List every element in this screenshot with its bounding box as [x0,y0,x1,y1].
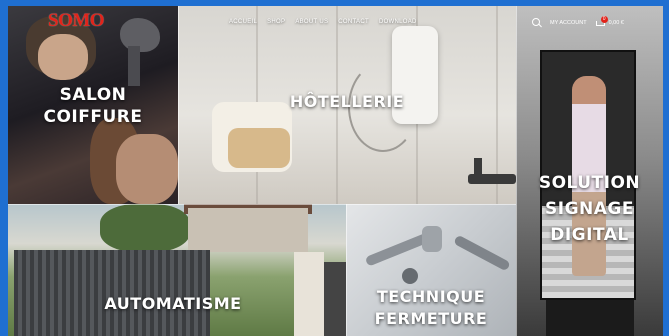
tile-label-salon: SALON COIFFURE [43,85,143,127]
photo-towel-2 [228,128,290,168]
tile-label-hotel: HÔTELLERIE [289,92,405,111]
cart-count-badge: 0 [600,15,608,23]
hero-grid: SALON COIFFURE HÔTELLERIE SOLUTION SIGNA… [8,6,663,336]
search-icon[interactable] [532,18,542,28]
site-logo[interactable]: SOMO [48,10,105,32]
tile-signage-digital[interactable]: SOLUTION SIGNAGE DIGITAL [516,6,663,336]
nav-contact[interactable]: CONTACT [338,19,369,25]
lock-icon [422,226,442,252]
photo-house [188,208,308,252]
divider [346,204,347,336]
tile-automatisme[interactable]: AUTOMATISME [8,204,346,336]
my-account-link[interactable]: MY ACCOUNT [550,20,587,26]
tile-technique-fermeture[interactable]: TECHNIQUE FERMETURE [346,204,516,336]
divider [8,204,516,205]
nav-download[interactable]: DOWNLOAD [379,19,417,25]
nav-about-us[interactable]: ABOUT US [295,19,328,25]
tile-label-ferm: TECHNIQUE FERMETURE [374,287,488,328]
knob-icon [402,268,418,284]
panic-bar-icon [453,234,511,272]
photo-tree [100,204,190,252]
cart-icon: 0 [595,15,608,28]
divider [516,6,517,336]
site-header: SOMO ACCUEIL SHOP ABOUT US CONTACT DOWNL… [8,6,663,44]
photo-face-2 [116,134,178,204]
hair-dryer-handle [128,46,140,86]
gate-icon [14,250,210,336]
tile-label-signage: SOLUTION SIGNAGE DIGITAL [538,173,641,245]
nav-shop[interactable]: SHOP [267,19,285,25]
tile-label-auto: AUTOMATISME [104,294,242,313]
photo-tap [468,174,516,184]
signage-stand [546,300,634,336]
nav-accueil[interactable]: ACCUEIL [229,19,257,25]
cart-total: 0,00 € [608,20,624,26]
main-nav: ACCUEIL SHOP ABOUT US CONTACT DOWNLOAD [229,19,417,25]
cart-button[interactable]: 0 0,00 € [595,15,624,28]
header-tools: MY ACCOUNT 0 0,00 € [532,15,624,28]
